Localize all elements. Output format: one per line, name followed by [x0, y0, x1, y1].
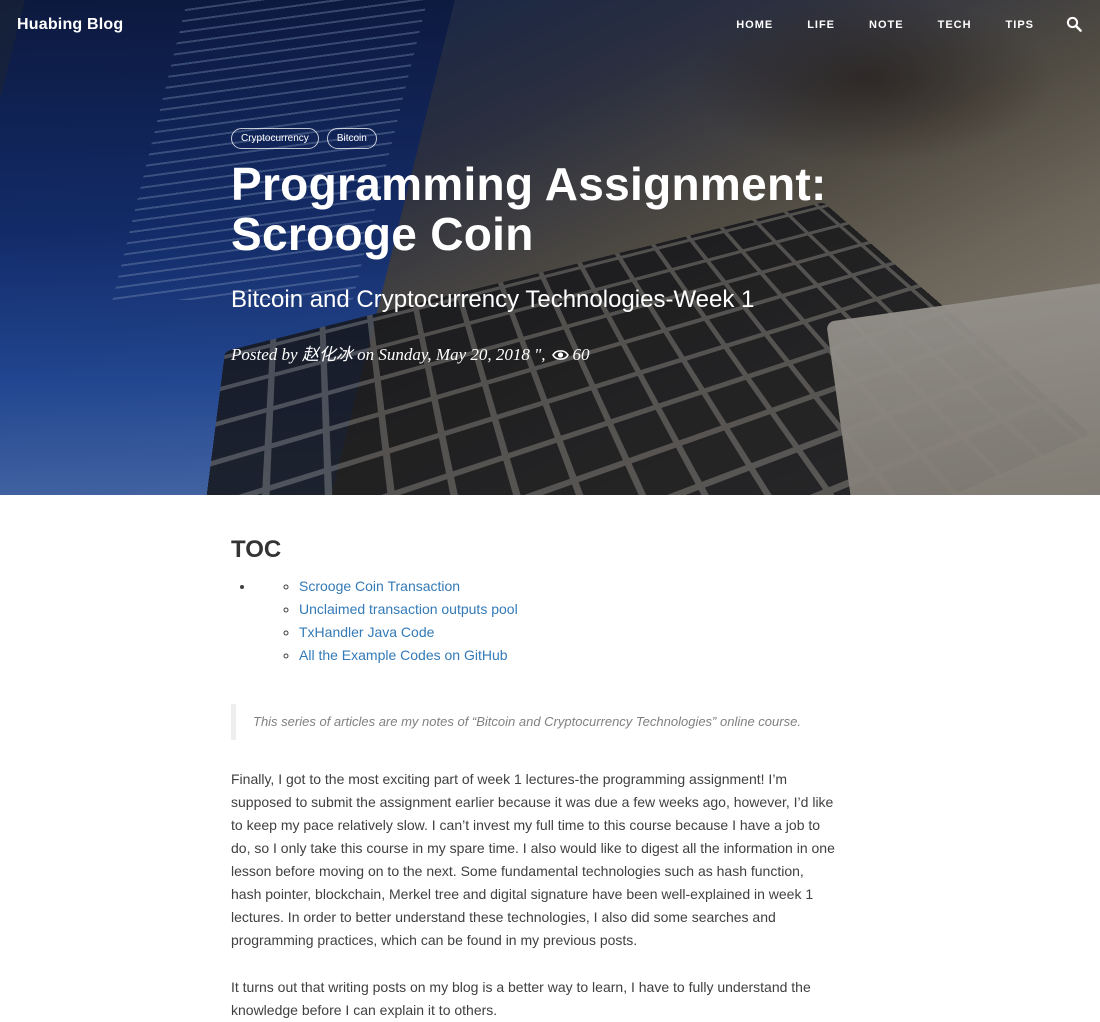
meta-prefix: Posted by [231, 345, 302, 364]
tag-cryptocurrency[interactable]: Cryptocurrency [231, 128, 319, 149]
toc-item: TxHandler Java Code [299, 621, 836, 644]
body-paragraph: It turns out that writing posts on my bl… [231, 979, 811, 1018]
nav-item-life[interactable]: LIFE [807, 19, 835, 31]
toc-item: All the Example Codes on GitHub [299, 644, 836, 667]
toc-outer-item: Scrooge Coin Transaction Unclaimed trans… [255, 575, 836, 667]
toc-item: Unclaimed transaction outputs pool [299, 598, 836, 621]
view-count: 60 [572, 345, 590, 364]
post-date: on Sunday, May 20, 2018 ", [352, 345, 546, 364]
toc-link-scrooge-coin-transaction[interactable]: Scrooge Coin Transaction [299, 578, 460, 594]
nav-menu: HOME LIFE NOTE TECH TIPS [702, 16, 1084, 34]
post-title: Programming Assignment: Scrooge Coin [231, 158, 827, 260]
body-paragraph: Finally, I got to the most exciting part… [231, 771, 835, 948]
post-header-hero: Huabing Blog HOME LIFE NOTE TECH TIPS Cr… [0, 0, 1100, 495]
post-heading: Cryptocurrency Bitcoin Programming Assig… [231, 128, 871, 366]
post-author: 赵化冰 [301, 345, 353, 364]
nav-item-home[interactable]: HOME [736, 19, 773, 31]
eye-icon [551, 345, 569, 367]
series-note-quote: This series of articles are my notes of … [231, 704, 836, 740]
post-content: TOC Scrooge Coin Transaction Unclaimed t… [231, 495, 836, 1022]
toc-link-txhandler-code[interactable]: TxHandler Java Code [299, 624, 434, 640]
search-icon[interactable] [1066, 16, 1084, 34]
top-navbar: Huabing Blog HOME LIFE NOTE TECH TIPS [0, 0, 1100, 50]
nav-item-note[interactable]: NOTE [869, 19, 904, 31]
tag-bitcoin[interactable]: Bitcoin [326, 128, 377, 149]
post-subtitle: Bitcoin and Cryptocurrency Technologies-… [231, 286, 755, 313]
toc-list: Scrooge Coin Transaction Unclaimed trans… [231, 575, 836, 667]
toc-link-utxo-pool[interactable]: Unclaimed transaction outputs pool [299, 601, 518, 617]
post-meta: Posted by 赵化冰 on Sunday, May 20, 2018 ",… [231, 344, 871, 366]
nav-item-tech[interactable]: TECH [938, 19, 972, 31]
tag-list: Cryptocurrency Bitcoin [231, 128, 871, 149]
toc-item: Scrooge Coin Transaction [299, 575, 836, 598]
toc-title: TOC [231, 536, 282, 563]
toc-link-github-codes[interactable]: All the Example Codes on GitHub [299, 647, 508, 663]
toc-sublist: Scrooge Coin Transaction Unclaimed trans… [255, 575, 836, 667]
nav-item-tips[interactable]: TIPS [1006, 19, 1034, 31]
brand-link[interactable]: Huabing Blog [17, 16, 123, 34]
